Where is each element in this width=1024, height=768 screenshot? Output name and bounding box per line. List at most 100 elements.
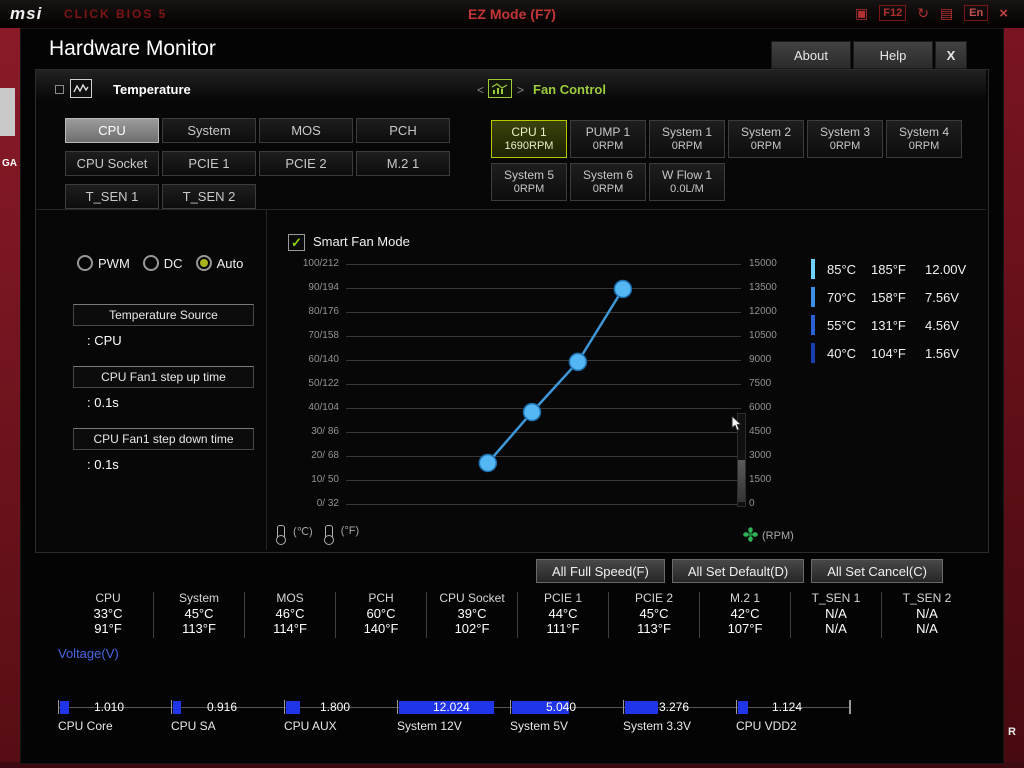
field-value-cpu-fan1-step-down-time: : 0.1s xyxy=(87,457,119,472)
legend-voltage: 1.56V xyxy=(925,345,959,361)
screenshot-icon[interactable]: ▣ xyxy=(855,4,868,22)
sensor-temp-f: 113°F xyxy=(637,621,671,636)
temp-button-m-2-1[interactable]: M.2 1 xyxy=(356,151,450,176)
language-selector[interactable]: En xyxy=(964,5,989,21)
hardware-monitor-window: Hardware Monitor About Help X Temperatur… xyxy=(20,28,1004,764)
radio-auto[interactable]: Auto xyxy=(195,255,244,271)
voltage-name: CPU SA xyxy=(171,719,216,733)
help-button[interactable]: Help xyxy=(853,41,933,69)
fan-button-system-3[interactable]: System 3 0RPM xyxy=(807,120,883,158)
background-right-strip xyxy=(1002,28,1024,762)
fan-curve-point[interactable] xyxy=(613,279,633,299)
fan-button-pump-1[interactable]: PUMP 1 0RPM xyxy=(570,120,646,158)
fan-button-name: W Flow 1 xyxy=(661,168,712,182)
chart-gridline xyxy=(346,504,741,505)
sensor-name: MOS xyxy=(276,591,304,605)
sensor-temp-c: N/A xyxy=(916,606,938,621)
voltage-value: 1.010 xyxy=(94,700,125,714)
fan-button-value: 0RPM xyxy=(592,183,624,195)
bios-screen: msi CLICK BIOS 5 EZ Mode (F7) ▣ F12 ↻ ▤ … xyxy=(0,0,1024,768)
voltage-value: 3.276 xyxy=(659,700,690,714)
sensor-readout-pcie-1: PCIE 1 44°C 111°F xyxy=(518,591,608,638)
horizontal-divider xyxy=(36,209,986,210)
left-axis-tick: 10/ 50 xyxy=(311,474,339,485)
field-cpu-fan1-step-up-time[interactable]: CPU Fan1 step up time xyxy=(73,366,254,388)
temp-button-pch[interactable]: PCH xyxy=(356,118,450,143)
ez-mode-title[interactable]: EZ Mode (F7) xyxy=(468,6,556,22)
sensor-name: CPU Socket xyxy=(439,591,505,605)
sensor-name: PCIE 2 xyxy=(634,591,673,605)
voltage-fill-bar xyxy=(738,701,748,714)
window-close-button[interactable]: X xyxy=(935,41,967,69)
temp-button-mos[interactable]: MOS xyxy=(259,118,353,143)
refresh-icon[interactable]: ↻ xyxy=(917,4,929,22)
left-axis-tick: 90/194 xyxy=(308,282,339,293)
fan-section-title: Fan Control xyxy=(533,82,606,97)
action-all-full-speed-f[interactable]: All Full Speed(F) xyxy=(536,559,665,583)
legend-temp-c: 70°C xyxy=(827,289,857,305)
sensor-temp-f: N/A xyxy=(916,621,938,636)
fan-button-system-4[interactable]: System 4 0RPM xyxy=(886,120,962,158)
radio-label: Auto xyxy=(216,255,244,271)
temp-button-pcie-2[interactable]: PCIE 2 xyxy=(259,151,353,176)
temp-button-t-sen-1[interactable]: T_SEN 1 xyxy=(65,184,159,209)
fan-button-system-1[interactable]: System 1 0RPM xyxy=(649,120,725,158)
legend-voltage: 12.00V xyxy=(925,261,967,277)
fan-button-name: System 5 xyxy=(503,168,554,182)
board-explorer-icon[interactable]: ▤ xyxy=(940,4,953,22)
fan-button-cpu-1[interactable]: CPU 1 1690RPM xyxy=(491,120,567,158)
legend-row: 70°C 158°F 7.56V xyxy=(811,283,983,311)
fan-button-system-5[interactable]: System 5 0RPM xyxy=(491,163,567,201)
prev-section-arrow-icon[interactable]: < xyxy=(477,83,484,97)
radio-pwm[interactable]: PWM xyxy=(77,255,130,271)
fan-button-system-2[interactable]: System 2 0RPM xyxy=(728,120,804,158)
fan-button-w-flow-1[interactable]: W Flow 1 0.0L/M xyxy=(649,163,725,201)
temp-button-system[interactable]: System xyxy=(162,118,256,143)
f12-hotkey-label[interactable]: F12 xyxy=(879,5,907,21)
topbar-close-icon[interactable]: × xyxy=(999,5,1008,22)
fan-curve-point[interactable] xyxy=(478,453,498,473)
temp-button-cpu[interactable]: CPU xyxy=(65,118,159,143)
about-button[interactable]: About xyxy=(771,41,851,69)
fan-curve-point[interactable] xyxy=(568,352,588,372)
voltage-gauge-cpu-sa: 0.916 CPU SA xyxy=(171,699,284,739)
radio-dc[interactable]: DC xyxy=(142,255,183,271)
smart-fan-label: Smart Fan Mode xyxy=(313,234,410,249)
sensor-strip: CPU 33°C 91°F System 45°C 113°F MOS 46°C 114°F PC… xyxy=(63,591,972,638)
voltage-value: 0.916 xyxy=(207,700,238,714)
left-axis-tick: 50/122 xyxy=(308,378,339,389)
voltage-name: System 5V xyxy=(510,719,569,733)
sensor-temp-f: 140°F xyxy=(363,621,399,636)
sensor-temp-c: 33°C xyxy=(93,606,123,621)
field-temperature-source[interactable]: Temperature Source xyxy=(73,304,254,326)
legend-temp-f: 158°F xyxy=(871,289,906,305)
voltage-fill-bar xyxy=(286,701,300,714)
sensor-temp-f: 111°F xyxy=(546,621,580,636)
sensor-readout-t-sen-2: T_SEN 2 N/A N/A xyxy=(882,591,972,638)
fan-curve-point[interactable] xyxy=(522,402,542,422)
thermometer-fahrenheit-icon xyxy=(323,525,334,545)
fan-button-system-6[interactable]: System 6 0RPM xyxy=(570,163,646,201)
voltage-value: 1.124 xyxy=(772,700,803,714)
slider-handle[interactable] xyxy=(738,460,745,502)
temp-button-pcie-1[interactable]: PCIE 1 xyxy=(162,151,256,176)
temp-button-cpu-socket[interactable]: CPU Socket xyxy=(65,151,159,176)
right-axis-tick: 10500 xyxy=(749,330,777,341)
voltage-gauge-cpu-vdd2: 1.124 CPU VDD2 xyxy=(736,699,849,739)
sensor-name: CPU xyxy=(95,591,121,605)
fan-mode-radios: PWM DC Auto xyxy=(77,255,243,271)
radio-circle-icon xyxy=(142,255,159,271)
sensor-name: System xyxy=(178,591,219,605)
sensor-temp-f: 91°F xyxy=(94,621,122,636)
collapse-square-icon[interactable] xyxy=(55,85,64,94)
field-cpu-fan1-step-down-time[interactable]: CPU Fan1 step down time xyxy=(73,428,254,450)
smart-fan-checkbox[interactable]: ✓ xyxy=(288,234,305,251)
next-section-arrow-icon[interactable]: > xyxy=(517,83,524,97)
temp-button-t-sen-2[interactable]: T_SEN 2 xyxy=(162,184,256,209)
sensor-readout-m-2-1: M.2 1 42°C 107°F xyxy=(700,591,790,638)
fan-button-name: PUMP 1 xyxy=(585,125,631,139)
background-left-label: GA xyxy=(2,158,17,169)
action-all-set-cancel-c[interactable]: All Set Cancel(C) xyxy=(811,559,943,583)
right-axis-tick: 1500 xyxy=(749,474,772,485)
action-all-set-default-d[interactable]: All Set Default(D) xyxy=(671,559,805,583)
